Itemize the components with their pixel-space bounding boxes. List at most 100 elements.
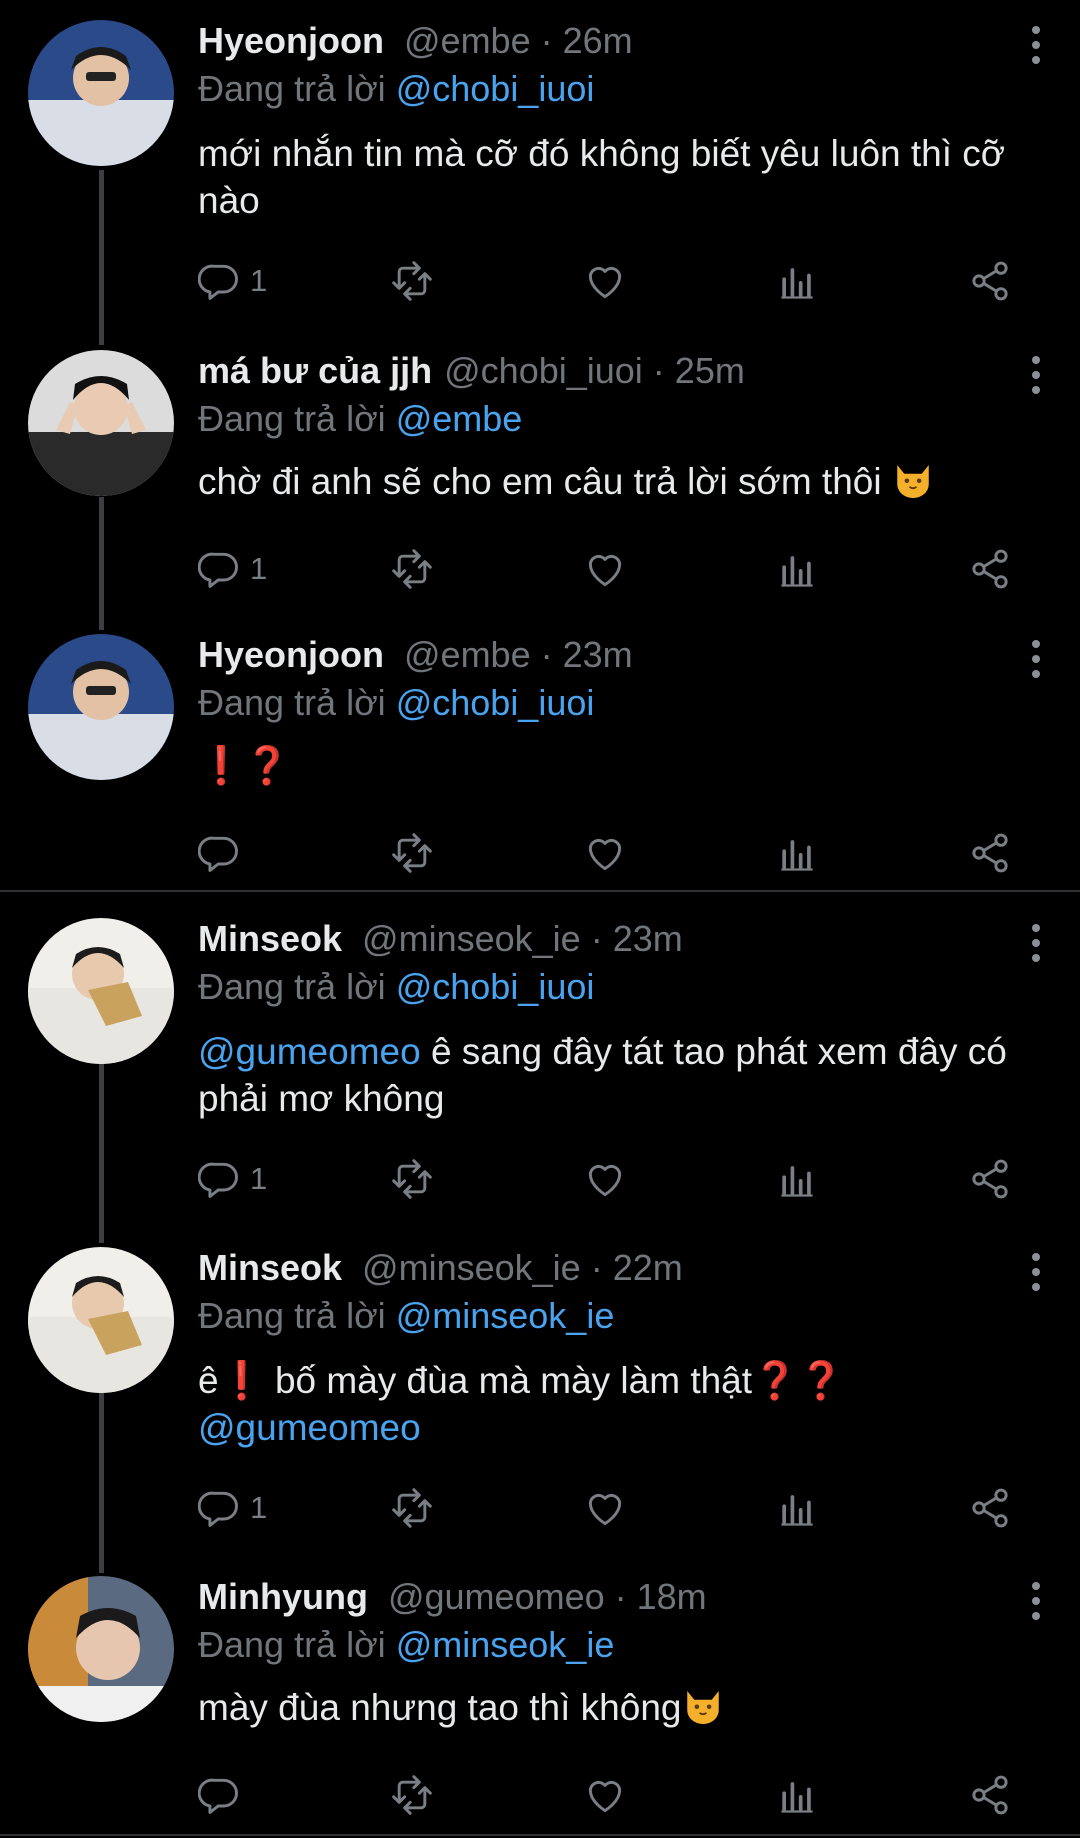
like-button[interactable]: [583, 827, 627, 879]
avatar[interactable]: [28, 20, 174, 166]
handle[interactable]: @chobi_iuoi: [444, 350, 643, 392]
retweet-button[interactable]: [390, 1482, 434, 1534]
more-options-icon[interactable]: [1030, 1253, 1042, 1293]
thread-line: [99, 170, 104, 345]
action-bar: 1: [198, 1482, 1018, 1534]
share-button[interactable]: [968, 827, 1012, 879]
retweet-icon: [390, 259, 434, 303]
avatar[interactable]: [28, 1576, 174, 1722]
display-name[interactable]: Hyeonjoon: [198, 20, 384, 62]
more-options-icon[interactable]: [1030, 640, 1042, 680]
replying-to: Đang trả lời @minseok_ie: [198, 1295, 614, 1337]
tweet-header: Hyeonjoon @embe · 23m: [198, 634, 633, 684]
reply-button[interactable]: 1: [198, 1153, 267, 1205]
share-icon: [968, 831, 1012, 875]
views-button[interactable]: [775, 1482, 819, 1534]
timestamp[interactable]: 18m: [637, 1576, 707, 1618]
display-name[interactable]: Minhyung: [198, 1576, 368, 1618]
more-options-icon[interactable]: [1030, 26, 1042, 66]
views-button[interactable]: [775, 1769, 819, 1821]
body-mention[interactable]: @gumeomeo: [198, 1407, 421, 1448]
timestamp[interactable]: 23m: [563, 634, 633, 676]
tweet-text: ê❗ bố mày đùa mà mày làm thật❓❓ @gumeome…: [198, 1357, 1018, 1451]
thread-line: [99, 497, 104, 630]
avatar[interactable]: [28, 918, 174, 1064]
reply-button[interactable]: 1: [198, 1482, 267, 1534]
retweet-icon: [390, 1157, 434, 1201]
views-button[interactable]: [775, 1153, 819, 1205]
heart-icon: [583, 259, 627, 303]
tweet-text: ❗❓: [198, 742, 1018, 789]
like-button[interactable]: [583, 1153, 627, 1205]
timestamp[interactable]: 26m: [563, 20, 633, 62]
replying-mention[interactable]: @chobi_iuoi: [396, 682, 595, 723]
like-button[interactable]: [583, 1769, 627, 1821]
retweet-button[interactable]: [390, 1153, 434, 1205]
body-mention[interactable]: @gumeomeo: [198, 1031, 421, 1072]
tweet-text: mới nhắn tin mà cỡ đó không biết yêu luô…: [198, 133, 1006, 221]
handle[interactable]: @minseok_ie: [362, 918, 581, 960]
replying-to: Đang trả lời @minseok_ie: [198, 1624, 614, 1666]
retweet-button[interactable]: [390, 827, 434, 879]
timestamp[interactable]: 23m: [613, 918, 683, 960]
replying-mention[interactable]: @minseok_ie: [396, 1295, 615, 1336]
reply-button[interactable]: [198, 1769, 250, 1821]
reply-button[interactable]: 1: [198, 255, 267, 307]
retweet-button[interactable]: [390, 543, 434, 595]
share-button[interactable]: [968, 1482, 1012, 1534]
display-name[interactable]: Minseok: [198, 1247, 342, 1289]
reply-button[interactable]: [198, 827, 250, 879]
weary-cat-emoji-icon: [682, 1684, 724, 1726]
more-options-icon[interactable]: [1030, 356, 1042, 396]
share-button[interactable]: [968, 255, 1012, 307]
share-icon: [968, 1773, 1012, 1817]
display-name[interactable]: Hyeonjoon: [198, 634, 384, 676]
handle[interactable]: @embe: [404, 20, 531, 62]
handle[interactable]: @minseok_ie: [362, 1247, 581, 1289]
views-button[interactable]: [775, 543, 819, 595]
more-options-icon[interactable]: [1030, 924, 1042, 964]
reply-button[interactable]: 1: [198, 543, 267, 595]
share-button[interactable]: [968, 1769, 1012, 1821]
avatar[interactable]: [28, 634, 174, 780]
share-icon: [968, 547, 1012, 591]
like-button[interactable]: [583, 1482, 627, 1534]
replying-to: Đang trả lời @chobi_iuoi: [198, 966, 594, 1008]
retweet-button[interactable]: [390, 255, 434, 307]
views-icon: [775, 1486, 819, 1530]
thread-divider: [0, 1834, 1080, 1836]
separator: ·: [614, 1576, 627, 1617]
replying-mention[interactable]: @chobi_iuoi: [396, 68, 595, 109]
replying-mention[interactable]: @embe: [396, 398, 523, 439]
timestamp[interactable]: 25m: [675, 350, 745, 392]
more-options-icon[interactable]: [1030, 1582, 1042, 1622]
action-bar: 1: [198, 1153, 1018, 1205]
replying-mention[interactable]: @minseok_ie: [396, 1624, 615, 1665]
replying-to: Đang trả lời @embe: [198, 398, 522, 440]
separator: ·: [590, 918, 603, 959]
tweet-header: Minhyung @gumeomeo · 18m: [198, 1576, 707, 1626]
like-button[interactable]: [583, 255, 627, 307]
display-name[interactable]: Minseok: [198, 918, 342, 960]
replying-mention[interactable]: @chobi_iuoi: [396, 966, 595, 1007]
replying-label: Đang trả lời: [198, 1295, 386, 1336]
share-button[interactable]: [968, 1153, 1012, 1205]
thread-divider: [0, 890, 1080, 892]
views-icon: [775, 1157, 819, 1201]
display-name[interactable]: má bư của jjh: [198, 350, 432, 392]
replying-label: Đang trả lời: [198, 1624, 386, 1665]
like-button[interactable]: [583, 543, 627, 595]
reply-count: 1: [250, 263, 268, 298]
avatar[interactable]: [28, 350, 174, 496]
avatar[interactable]: [28, 1247, 174, 1393]
views-icon: [775, 259, 819, 303]
views-button[interactable]: [775, 255, 819, 307]
timestamp[interactable]: 22m: [613, 1247, 683, 1289]
handle[interactable]: @gumeomeo: [388, 1576, 605, 1618]
thread-line: [99, 1063, 104, 1243]
handle[interactable]: @embe: [404, 634, 531, 676]
share-button[interactable]: [968, 543, 1012, 595]
retweet-button[interactable]: [390, 1769, 434, 1821]
heart-icon: [583, 1773, 627, 1817]
views-button[interactable]: [775, 827, 819, 879]
